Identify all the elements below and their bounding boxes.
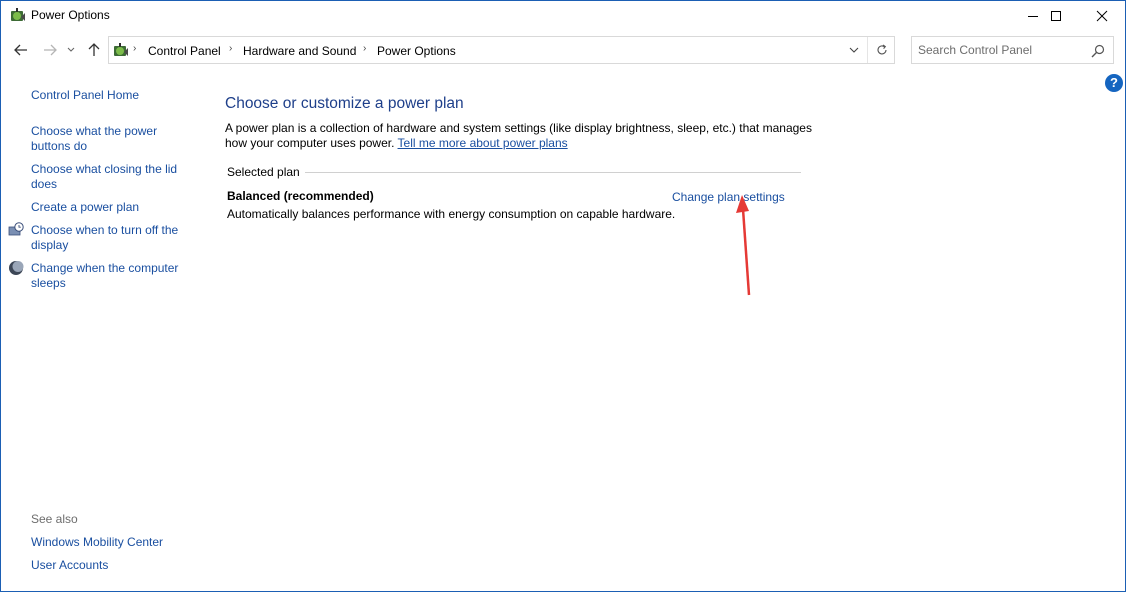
- description-text: how your computer uses power.: [225, 136, 395, 150]
- display-clock-icon: [8, 222, 24, 236]
- breadcrumb-separator-icon: ›: [363, 43, 367, 54]
- breadcrumb-separator-icon: ›: [133, 43, 137, 54]
- power-options-app-icon: [11, 8, 25, 21]
- chevron-down-icon: [849, 47, 859, 53]
- close-icon: [1096, 10, 1108, 22]
- refresh-button[interactable]: [869, 37, 895, 63]
- maximize-icon: [1051, 11, 1061, 21]
- annotation-arrow-icon: [736, 195, 751, 296]
- sidebar-link-power-buttons[interactable]: Choose what the power buttons do: [31, 124, 191, 154]
- sidebar-link-label: Choose what the power: [31, 124, 158, 138]
- search-icon[interactable]: [1090, 43, 1106, 59]
- sidebar-link-turn-off-display[interactable]: Choose when to turn off the display: [31, 223, 191, 253]
- address-divider: [867, 37, 868, 63]
- sidebar-link-user-accounts[interactable]: User Accounts: [31, 558, 191, 573]
- sidebar-link-label: sleeps: [31, 276, 66, 290]
- page-title: Choose or customize a power plan: [225, 95, 464, 112]
- sidebar-link-computer-sleeps[interactable]: Change when the computer sleeps: [31, 261, 191, 291]
- sidebar-link-label: Change when the computer: [31, 261, 179, 275]
- search-box[interactable]: [911, 36, 1114, 64]
- sidebar-link-windows-mobility-center[interactable]: Windows Mobility Center: [31, 535, 191, 550]
- refresh-icon: [877, 44, 887, 55]
- control-panel-icon: [114, 43, 128, 56]
- see-also-heading: See also: [31, 512, 78, 526]
- sleep-moon-icon: [9, 261, 24, 275]
- title-bar[interactable]: Power Options: [1, 1, 1125, 31]
- plan-description: Automatically balances performance with …: [227, 207, 676, 221]
- breadcrumb-power-options[interactable]: Power Options: [377, 44, 456, 58]
- sidebar-link-label: display: [31, 238, 69, 252]
- navigation-bar: › Control Panel › Hardware and Sound › P…: [1, 34, 1125, 68]
- breadcrumb-separator-icon: ›: [229, 43, 233, 54]
- help-icon[interactable]: ?: [1105, 74, 1123, 92]
- change-plan-settings-link[interactable]: Change plan settings: [672, 190, 785, 204]
- sidebar-link-control-panel-home[interactable]: Control Panel Home: [31, 88, 191, 103]
- address-history-button[interactable]: [841, 37, 867, 63]
- recent-locations-button[interactable]: [65, 41, 77, 59]
- power-options-window: Power Options › Control Panel › Hardware…: [0, 0, 1126, 592]
- back-button[interactable]: [12, 41, 30, 59]
- plan-name: Balanced (recommended): [227, 189, 374, 203]
- forward-button[interactable]: [41, 41, 59, 59]
- description-text: A power plan is a collection of hardware…: [225, 121, 812, 135]
- search-input[interactable]: [918, 42, 1078, 58]
- close-button[interactable]: [1079, 1, 1125, 31]
- back-arrow-icon: [14, 44, 27, 56]
- address-bar[interactable]: › Control Panel › Hardware and Sound › P…: [108, 36, 895, 64]
- sidebar-link-label: Create a power plan: [31, 200, 140, 214]
- chevron-down-icon: [67, 47, 75, 52]
- sidebar-link-closing-lid[interactable]: Choose what closing the lid does: [31, 162, 191, 192]
- learn-more-link[interactable]: Tell me more about power plans: [398, 136, 568, 150]
- sidebar-link-create-power-plan[interactable]: Create a power plan: [31, 200, 191, 215]
- breadcrumb-hardware-and-sound[interactable]: Hardware and Sound: [243, 44, 356, 58]
- sidebar-link-label: does: [31, 177, 58, 191]
- breadcrumb-control-panel[interactable]: Control Panel: [148, 44, 221, 58]
- window-title: Power Options: [31, 8, 110, 22]
- sidebar-link-label: Choose what closing the lid: [31, 162, 178, 176]
- sidebar-link-label: buttons do: [31, 139, 88, 153]
- maximize-button[interactable]: [1033, 1, 1079, 31]
- up-button[interactable]: [85, 41, 103, 59]
- sidebar-link-label: Choose when to turn off the: [31, 223, 179, 237]
- selected-plan-label: Selected plan: [227, 165, 300, 179]
- up-arrow-icon: [88, 43, 100, 56]
- page-description: A power plan is a collection of hardware…: [225, 121, 825, 151]
- forward-arrow-icon: [44, 44, 57, 56]
- selected-plan-divider: [305, 172, 801, 173]
